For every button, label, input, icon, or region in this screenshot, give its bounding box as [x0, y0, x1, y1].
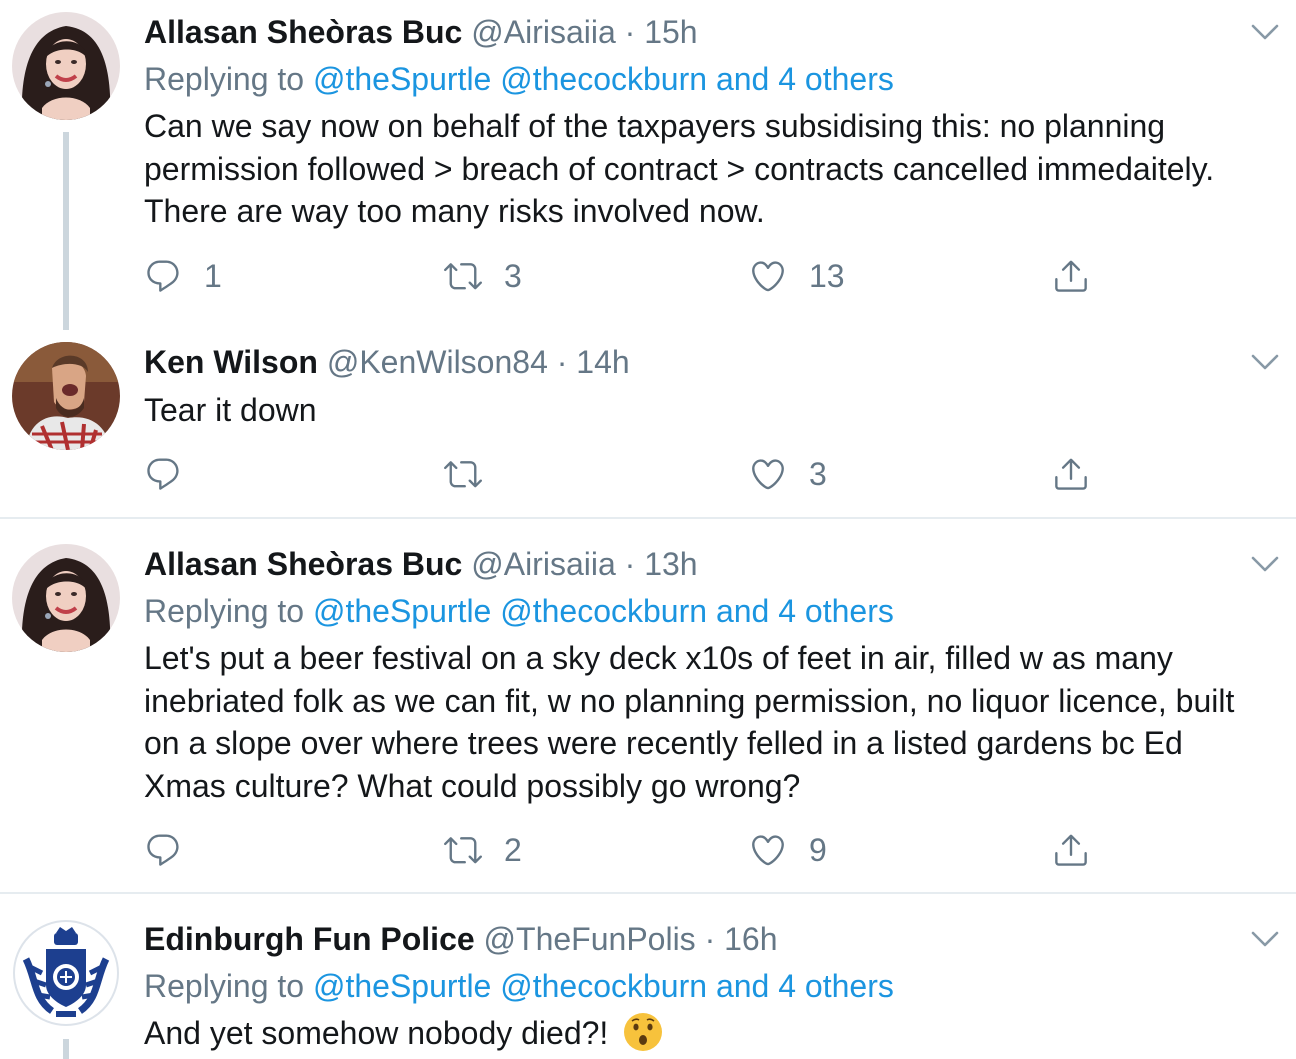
timestamp[interactable]: 15h	[644, 14, 697, 50]
user-handle[interactable]: @Airisaiia	[471, 14, 616, 50]
avatar[interactable]	[12, 342, 120, 450]
like-button[interactable]: 3	[749, 454, 827, 494]
retweet-icon	[444, 831, 482, 869]
like-button[interactable]: 13	[749, 256, 845, 296]
replying-to-label: Replying to	[144, 593, 305, 629]
retweet-count: 2	[504, 831, 522, 868]
retweet-icon	[444, 257, 482, 295]
divider	[0, 892, 1296, 894]
tweet-actions: 3	[144, 454, 1104, 494]
like-count: 9	[809, 831, 827, 868]
share-icon	[1052, 831, 1090, 869]
separator-dot: ·	[624, 14, 636, 50]
divider	[0, 517, 1296, 519]
user-handle[interactable]: @Airisaiia	[471, 546, 616, 582]
reply-button[interactable]	[144, 454, 204, 494]
share-icon	[1052, 257, 1090, 295]
tweet-header: Edinburgh Fun Police @TheFunPolis · 16h	[144, 919, 778, 959]
avatar[interactable]	[12, 919, 120, 1027]
tweet-text: Let's put a beer festival on a sky deck …	[144, 640, 1235, 804]
tweet-text: Can we say now on behalf of the taxpayer…	[144, 108, 1215, 229]
tweet-text: Tear it down	[144, 392, 317, 428]
heart-icon	[749, 831, 787, 869]
reply-button[interactable]	[144, 830, 204, 870]
replying-to-label: Replying to	[144, 968, 305, 1004]
reply-mentions-link[interactable]: @theSpurtle @thecockburn and 4 others	[313, 593, 894, 629]
tweet-header: Allasan Sheòras Buc @Airisaiia · 15h	[144, 12, 698, 52]
reply-icon	[144, 455, 182, 493]
tweet-text-container: And yet somehow nobody died?!	[144, 1012, 1264, 1055]
retweet-button[interactable]	[444, 454, 504, 494]
retweet-count: 3	[504, 257, 522, 294]
reply-icon	[144, 257, 182, 295]
share-button[interactable]	[1052, 256, 1090, 296]
retweet-button[interactable]: 2	[444, 830, 522, 870]
thread-line	[63, 1039, 69, 1059]
thread-line	[63, 132, 69, 330]
tweet-2[interactable]: Ken Wilson @KenWilson84 · 14h Tear it do…	[0, 330, 1296, 518]
timestamp[interactable]: 14h	[576, 344, 629, 380]
tweet-4[interactable]: Edinburgh Fun Police @TheFunPolis · 16h …	[0, 907, 1296, 1059]
share-icon	[1052, 455, 1090, 493]
hushed-face-emoji-icon	[623, 1012, 663, 1052]
user-handle[interactable]: @KenWilson84	[327, 344, 548, 380]
tweet-actions: 2 9	[144, 830, 1104, 870]
display-name[interactable]: Ken Wilson	[144, 344, 318, 380]
like-button[interactable]: 9	[749, 830, 827, 870]
separator-dot: ·	[704, 921, 716, 957]
share-button[interactable]	[1052, 454, 1090, 494]
reply-mentions-link[interactable]: @theSpurtle @thecockburn and 4 others	[313, 61, 894, 97]
reply-mentions-link[interactable]: @theSpurtle @thecockburn and 4 others	[313, 968, 894, 1004]
replying-to: Replying to @theSpurtle @thecockburn and…	[144, 966, 894, 1006]
tweet-text: And yet somehow nobody died?!	[144, 1015, 609, 1051]
tweet-3[interactable]: Allasan Sheòras Buc @Airisaiia · 13h Rep…	[0, 532, 1296, 892]
tweet-1[interactable]: Allasan Sheòras Buc @Airisaiia · 15h Rep…	[0, 0, 1296, 330]
heart-icon	[749, 455, 787, 493]
display-name[interactable]: Edinburgh Fun Police	[144, 921, 475, 957]
chevron-down-icon[interactable]	[1250, 554, 1280, 574]
tweet-header: Ken Wilson @KenWilson84 · 14h	[144, 342, 630, 382]
chevron-down-icon[interactable]	[1250, 22, 1280, 42]
like-count: 3	[809, 455, 827, 492]
timestamp[interactable]: 16h	[724, 921, 777, 957]
replying-to: Replying to @theSpurtle @thecockburn and…	[144, 591, 894, 631]
chevron-down-icon[interactable]	[1250, 929, 1280, 949]
replying-to: Replying to @theSpurtle @thecockburn and…	[144, 59, 894, 99]
avatar[interactable]	[12, 544, 120, 652]
like-count: 13	[809, 257, 845, 294]
reply-icon	[144, 831, 182, 869]
reply-button[interactable]: 1	[144, 256, 222, 296]
heart-icon	[749, 257, 787, 295]
separator-dot: ·	[556, 344, 568, 380]
timestamp[interactable]: 13h	[644, 546, 697, 582]
user-handle[interactable]: @TheFunPolis	[484, 921, 696, 957]
separator-dot: ·	[624, 546, 636, 582]
display-name[interactable]: Allasan Sheòras Buc	[144, 14, 462, 50]
reply-count: 1	[204, 257, 222, 294]
tweet-actions: 1 3 13	[144, 256, 1104, 296]
retweet-icon	[444, 455, 482, 493]
retweet-button[interactable]: 3	[444, 256, 522, 296]
share-button[interactable]	[1052, 830, 1090, 870]
tweet-header: Allasan Sheòras Buc @Airisaiia · 13h	[144, 544, 698, 584]
chevron-down-icon[interactable]	[1250, 352, 1280, 372]
replying-to-label: Replying to	[144, 61, 305, 97]
display-name[interactable]: Allasan Sheòras Buc	[144, 546, 462, 582]
avatar[interactable]	[12, 12, 120, 120]
